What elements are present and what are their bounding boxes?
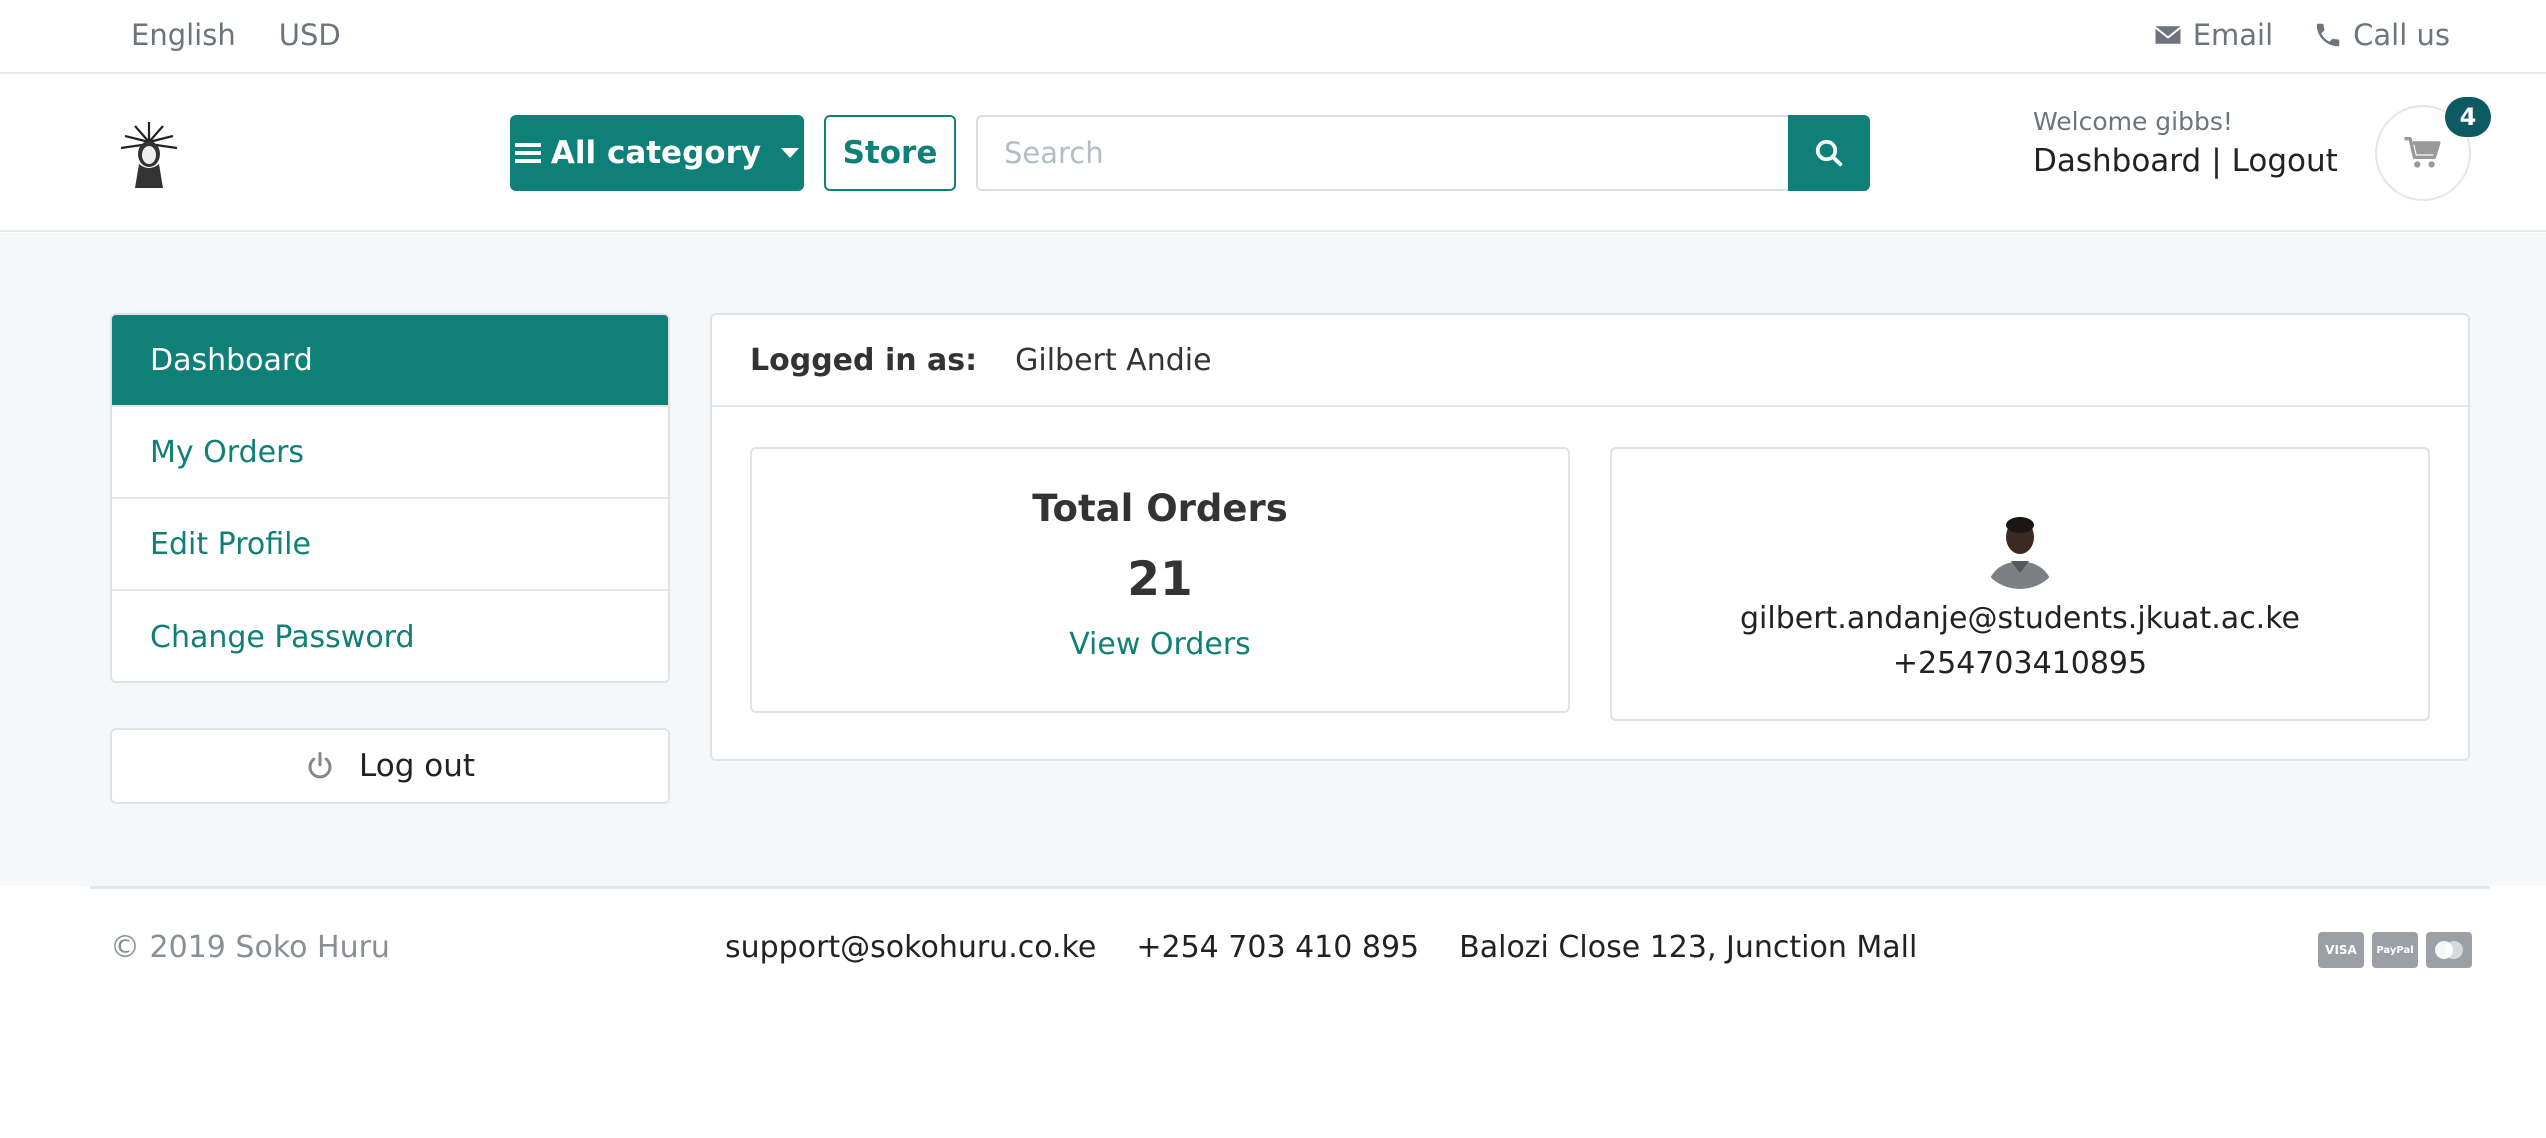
user-links: Dashboard | Logout [2033,143,2338,179]
main-content: Dashboard My Orders Edit Profile Change … [0,233,2546,886]
power-icon [308,752,332,779]
mastercard-icon [2426,932,2472,968]
logged-in-label: Logged in as: [750,342,978,378]
log-out-button[interactable]: Log out [110,728,670,804]
all-category-label: All category [550,135,762,171]
log-out-label: Log out [359,748,475,784]
separator: | [2211,143,2222,179]
phone-icon [2316,23,2340,47]
menu-icon [514,143,541,163]
welcome-text: Welcome gibbs! [2033,107,2233,136]
dashboard-link[interactable]: Dashboard [2033,143,2201,179]
sidebar-item-edit-profile[interactable]: Edit Profile [112,499,668,591]
footer-contacts: support@sokohuru.co.ke +254 703 410 895 … [725,930,1917,965]
total-orders-card: Total Orders 21 View Orders [750,447,1570,713]
chevron-down-icon [781,148,800,158]
total-orders-title: Total Orders [1032,487,1288,530]
footer-divider [90,886,2490,889]
view-orders-link[interactable]: View Orders [752,627,1568,662]
header: All category Store Welcome gibbs! Dashbo… [0,75,2546,232]
avatar-image [1977,503,2063,589]
profile-card: gilbert.andanje@students.jkuat.ac.ke +25… [1610,447,2430,721]
call-link[interactable]: Call us [2313,18,2450,52]
language-selector[interactable]: English [131,18,236,52]
footer: © 2019 Soko Huru support@sokohuru.co.ke … [0,886,2546,1138]
sidebar-item-my-orders[interactable]: My Orders [112,407,668,499]
mastercard-circles-icon [2435,941,2463,959]
cart-icon [2404,137,2441,168]
store-address: Balozi Close 123, Junction Mall [1459,930,1918,965]
payment-methods: VISA PayPal [2318,932,2472,968]
sidebar-menu: Dashboard My Orders Edit Profile Change … [110,313,670,683]
cart-count-badge: 4 [2445,97,2491,137]
statue-logo-icon[interactable] [117,120,181,188]
search-icon [1815,139,1843,167]
envelope-icon [2155,26,2181,44]
avatar [1977,503,2063,589]
support-phone[interactable]: +254 703 410 895 [1136,930,1419,965]
all-category-button[interactable]: All category [510,115,804,191]
sidebar-item-dashboard[interactable]: Dashboard [112,315,668,407]
store-button[interactable]: Store [824,115,956,191]
logout-link[interactable]: Logout [2232,143,2338,179]
logged-in-name: Gilbert Andie [1015,342,1212,378]
sidebar-item-change-password[interactable]: Change Password [112,591,668,681]
paypal-icon: PayPal [2372,932,2418,968]
account-panel: Logged in as: Gilbert Andie Total Orders… [710,313,2470,761]
top-bar: English USD Email Call us [0,0,2546,74]
call-label: Call us [2353,18,2450,52]
email-link[interactable]: Email [2153,18,2273,52]
total-orders-count: 21 [1127,552,1193,607]
search-input[interactable] [976,115,1790,191]
email-label: Email [2192,18,2274,52]
search-button[interactable] [1788,115,1870,191]
profile-email: gilbert.andanje@students.jkuat.ac.ke [1740,601,2300,636]
copyright-text: © 2019 Soko Huru [110,930,390,965]
currency-selector[interactable]: USD [279,18,341,52]
profile-phone: +254703410895 [1892,646,2148,681]
support-email[interactable]: support@sokohuru.co.ke [725,930,1096,965]
logged-in-header: Logged in as: Gilbert Andie [712,315,2468,407]
visa-icon: VISA [2318,932,2364,968]
